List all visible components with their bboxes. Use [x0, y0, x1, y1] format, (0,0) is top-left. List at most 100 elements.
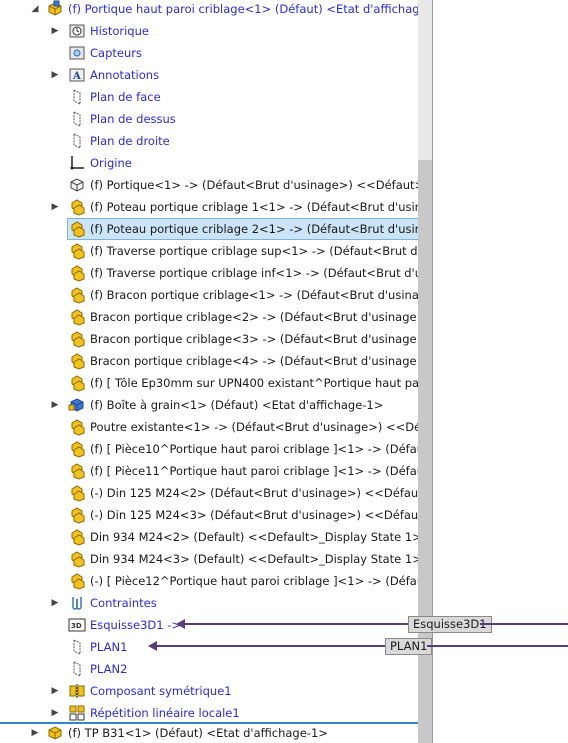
subassembly-icon	[68, 572, 86, 590]
tree-item-label: Bracon portique criblage<4> -> (Défaut<B…	[90, 354, 418, 368]
tree-item[interactable]: Bracon portique criblage<4> -> (Défaut<B…	[0, 350, 418, 372]
annotations-icon: A	[68, 66, 86, 84]
history-folder-icon	[68, 22, 86, 40]
tree-item-label: Din 934 M24<2> (Default) <<Default>_Disp…	[90, 530, 418, 544]
subassembly-icon	[68, 374, 86, 392]
subassembly-icon	[68, 220, 86, 238]
tree-item[interactable]: ▶ Historique	[0, 20, 418, 42]
expand-arrow-icon[interactable]: ▶	[50, 69, 60, 81]
subassembly-icon	[68, 462, 86, 480]
tree-item[interactable]: (f) Traverse portique criblage inf<1> ->…	[0, 262, 418, 284]
tree-item[interactable]: ▶ A Annotations	[0, 64, 418, 86]
tree-item[interactable]: PLAN1	[0, 636, 418, 658]
plane-icon	[68, 638, 86, 656]
tree-item-label: Poutre existante<1> -> (Défaut<Brut d'us…	[90, 420, 418, 434]
tree-item[interactable]: ▶ (f) Poteau portique criblage 1<1> -> (D…	[0, 196, 418, 218]
tree-item[interactable]: Din 934 M24<3> (Default) <<Default>_Disp…	[0, 548, 418, 570]
assembly-icon	[68, 396, 86, 414]
tree-item[interactable]: Origine	[0, 152, 418, 174]
tree-item-label: Composant symétrique1	[90, 684, 232, 698]
tree-item-label: (f) Bracon portique criblage<1> -> (Défa…	[90, 288, 418, 302]
tree-item-label: Plan de dessus	[90, 112, 176, 126]
tree-item[interactable]: (f) [ Tôle Ep30mm sur UPN400 existant^Po…	[0, 372, 418, 394]
sensors-folder-icon	[68, 44, 86, 62]
tree-item-label: Plan de face	[90, 90, 161, 104]
tree-item[interactable]: ▶ Répétition linéaire locale1	[0, 702, 418, 724]
tree-item[interactable]: (f) [ Pièce10^Portique haut paroi cribla…	[0, 438, 418, 460]
expand-arrow-icon[interactable]: ▶	[50, 25, 60, 37]
tree-item-label: (-) [ Pièce12^Portique haut paroi cribla…	[90, 574, 418, 588]
tree-next-root-label: (f) TP B31<1> (Défaut) <Etat d'affichage…	[68, 726, 328, 740]
tree-item-label: Bracon portique criblage<3> -> (Défaut<B…	[90, 332, 418, 346]
tree-item-label: Contraintes	[90, 596, 157, 610]
origin-icon	[68, 154, 86, 172]
tree-item[interactable]: (f) Portique<1> -> (Défaut<Brut d'usinag…	[0, 174, 418, 196]
tree-item[interactable]: ▶ (f) Boîte à grain<1> (Défaut) <Etat d'a…	[0, 394, 418, 416]
plane-icon	[68, 88, 86, 106]
assembly-icon	[46, 0, 64, 18]
plane-icon	[68, 110, 86, 128]
tree-next-root-row[interactable]: ▶ (f) TP B31<1> (Défaut) <Etat d'afficha…	[0, 722, 418, 743]
subassembly-icon	[68, 286, 86, 304]
tree-item[interactable]: Poutre existante<1> -> (Défaut<Brut d'us…	[0, 416, 418, 438]
tree-item[interactable]: (f) [ Pièce11^Portique haut paroi cribla…	[0, 460, 418, 482]
tree-item-label: (-) Din 125 M24<3> (Défaut<Brut d'usinag…	[90, 508, 418, 522]
tree-root-row[interactable]: ◢ (f) Portique haut paroi criblage<1> (D…	[0, 0, 418, 20]
tree-item[interactable]: (f) Poteau portique criblage 2<1> -> (Dé…	[0, 218, 418, 240]
subassembly-icon	[68, 440, 86, 458]
tree-item-label: PLAN2	[90, 662, 128, 676]
tree-item-label: Bracon portique criblage<2> -> (Défaut<B…	[90, 310, 418, 324]
subassembly-icon	[68, 550, 86, 568]
tree-item[interactable]: Plan de droite	[0, 130, 418, 152]
tree-item-label: Esquisse3D1 ->	[90, 618, 182, 632]
subassembly-icon	[68, 264, 86, 282]
subassembly-icon	[68, 484, 86, 502]
tree-item[interactable]: Plan de face	[0, 86, 418, 108]
svg-text:A: A	[72, 71, 81, 82]
tree-item-label: (f) Poteau portique criblage 2<1> -> (Dé…	[90, 222, 418, 236]
sketch-leader-line	[183, 623, 408, 625]
plane-icon	[68, 132, 86, 150]
expand-arrow-icon[interactable]: ▶	[50, 597, 60, 609]
tree-item-label: (f) Traverse portique criblage inf<1> ->…	[90, 266, 418, 280]
plane-icon	[68, 660, 86, 678]
tree-item-label: (f) Poteau portique criblage 1<1> -> (Dé…	[90, 200, 418, 214]
tree-item[interactable]: ▶ Contraintes	[0, 592, 418, 614]
tree-item[interactable]: 3D Esquisse3D1 ->	[0, 614, 418, 636]
tree-item[interactable]: (-) Din 125 M24<3> (Défaut<Brut d'usinag…	[0, 504, 418, 526]
scrollbar-thumb[interactable]	[418, 160, 432, 743]
tree-item-label: Historique	[90, 24, 149, 38]
expand-arrow-icon[interactable]: ▶	[30, 727, 40, 739]
tree-item[interactable]: PLAN2	[0, 658, 418, 680]
expand-arrow-icon[interactable]: ▶	[50, 685, 60, 697]
tree-item[interactable]: Bracon portique criblage<3> -> (Défaut<B…	[0, 328, 418, 350]
linear-pattern-icon	[68, 704, 86, 722]
tree-item[interactable]: Plan de dessus	[0, 108, 418, 130]
subassembly-icon	[68, 308, 86, 326]
tree-item[interactable]: Bracon portique criblage<2> -> (Défaut<B…	[0, 306, 418, 328]
expand-arrow-icon[interactable]: ▶	[50, 399, 60, 411]
expand-arrow-icon[interactable]: ▶	[50, 201, 60, 213]
tree-item[interactable]: (-) [ Pièce12^Portique haut paroi cribla…	[0, 570, 418, 592]
subassembly-icon	[68, 198, 86, 216]
tree-item[interactable]: (f) Traverse portique criblage sup<1> ->…	[0, 240, 418, 262]
tree-item[interactable]: (f) Bracon portique criblage<1> -> (Défa…	[0, 284, 418, 306]
mirror-component-icon	[68, 682, 86, 700]
plane-callout[interactable]: PLAN1	[385, 638, 433, 655]
expand-arrow-icon[interactable]: ▶	[50, 707, 60, 719]
tree-item-label: (f) Traverse portique criblage sup<1> ->…	[90, 244, 418, 258]
tree-item[interactable]: ▶ Composant symétrique1	[0, 680, 418, 702]
tree-item[interactable]: Din 934 M24<2> (Default) <<Default>_Disp…	[0, 526, 418, 548]
collapse-arrow-icon[interactable]: ◢	[30, 3, 40, 15]
tree-item-label: PLAN1	[90, 640, 128, 654]
part-icon	[68, 176, 86, 194]
tree-root-label: (f) Portique haut paroi criblage<1> (Déf…	[68, 2, 418, 16]
tree-item[interactable]: (-) Din 125 M24<2> (Défaut<Brut d'usinag…	[0, 482, 418, 504]
plane-leader-line	[155, 645, 385, 647]
plane-leader-tail	[427, 645, 568, 647]
tree-item-label: (-) Din 125 M24<2> (Défaut<Brut d'usinag…	[90, 486, 418, 500]
tree-item[interactable]: Capteurs	[0, 42, 418, 64]
sketch3d-icon: 3D	[68, 616, 86, 634]
tree-item-label: Plan de droite	[90, 134, 170, 148]
feature-manager-tree: ◢ (f) Portique haut paroi criblage<1> (D…	[0, 0, 418, 743]
